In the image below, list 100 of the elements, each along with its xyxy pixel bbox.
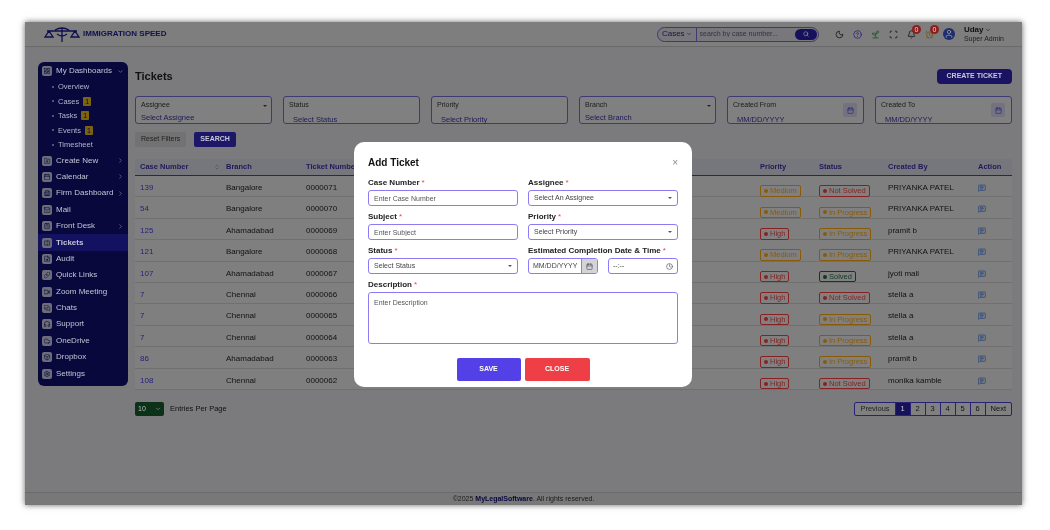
scope-dropdown[interactable]: Cases [657,27,697,41]
case-number-link[interactable]: 107 [140,267,154,280]
moon-icon[interactable] [834,29,844,39]
edit-chat-icon[interactable] [978,355,986,364]
calendar-icon [586,262,594,270]
sidebar-item[interactable]: Settings [38,365,128,382]
caret-icon [263,105,267,107]
calendar-icon[interactable] [846,106,854,114]
branch-cell: Bangalore [226,246,263,259]
case-number-link[interactable]: 7 [140,310,145,323]
edit-chat-icon[interactable] [978,184,986,192]
sidebar-item[interactable]: Front Desk [38,217,128,235]
sidebar-item[interactable]: Tickets [38,234,128,251]
branch-cell: Bangalore [226,203,263,216]
caret-icon [668,231,672,233]
menu-icon [42,270,52,281]
fullscreen-icon[interactable] [888,29,898,39]
field-label: Assignee [528,177,564,189]
alarm-clock-icon[interactable] [924,29,934,39]
created-by-cell: PRIYANKA PATEL [888,203,954,216]
sidebar-item[interactable]: Create New [38,152,128,169]
field-label: Subject [368,211,397,223]
user-name[interactable]: Uday [963,26,984,34]
menu-icon [42,221,52,232]
ticket-number-cell: 0000066 [306,288,338,301]
edit-chat-icon[interactable] [978,376,986,385]
sidebar-item[interactable]: My Dashboards [38,63,128,80]
sidebar-item[interactable]: Audit [38,250,128,268]
search-button[interactable] [794,28,817,40]
menu-icon [42,319,52,330]
case-number-link[interactable]: 86 [140,353,149,366]
branch-cell: Bangalore [226,182,263,194]
chevron-right-icon [117,222,124,230]
eagle-scales-logo-icon [43,25,81,43]
case-number-link[interactable]: 121 [140,246,154,259]
ticket-number-cell: 0000064 [306,331,338,344]
required-mark: * [394,245,398,257]
sidebar-item[interactable]: Quick Links [38,267,128,284]
edit-chat-icon[interactable] [978,205,986,214]
sidebar-item[interactable]: Chats [38,299,128,317]
case-number-link[interactable]: 108 [140,374,154,387]
calendar-icon[interactable] [994,106,1002,114]
close-button[interactable]: × [672,157,678,168]
sidebar-item[interactable]: Zoom Meeting [38,283,128,300]
created-by-cell: stella a [888,331,914,344]
required-mark: * [398,211,403,223]
edit-chat-icon[interactable] [978,312,986,321]
sidebar-item[interactable]: Support [38,316,128,333]
ticket-number-cell: 0000068 [306,246,338,259]
caret-icon [985,27,992,33]
menu-icon [42,66,52,77]
branch-cell: Ahamadabad [226,353,274,366]
branch-cell: Chennai [226,374,256,387]
search-icon [802,31,809,37]
case-number-link[interactable]: 7 [140,288,145,301]
menu-icon [42,188,52,199]
ticket-number-cell: 0000071 [306,182,338,194]
sidebar-item[interactable]: Mail [38,201,128,218]
menu-icon [42,335,52,346]
edit-chat-icon[interactable] [978,269,986,278]
case-number-link[interactable]: 139 [140,182,154,194]
logo-text: IMMIGRATION SPEED [83,28,167,40]
created-by-cell: stella a [888,310,914,323]
caret-icon [707,105,711,107]
sidebar-item[interactable]: Firm Dashboard [38,185,128,202]
required-mark: * [565,177,569,189]
branch-cell: Chennai [226,288,256,301]
created-by-cell: jyoti mali [888,267,920,280]
branch-cell: Ahamadabad [226,224,274,237]
required-mark: * [662,245,666,257]
sidebar-item[interactable]: Calendar [38,168,128,186]
edit-chat-icon[interactable] [978,248,986,257]
branch-cell: Ahamadabad [226,267,274,280]
required-mark: * [414,279,418,291]
field-label: Case Number [368,177,420,189]
sidebar-item[interactable]: Dropbox [38,349,128,366]
edit-chat-icon[interactable] [978,226,986,235]
menu-icon [42,368,52,379]
sidebar-item[interactable]: OneDrive [38,332,128,350]
ticket-number-cell: 0000062 [306,374,338,387]
sort-icon[interactable] [214,164,220,170]
case-number-link[interactable]: 125 [140,224,154,237]
case-number-link[interactable]: 54 [140,203,149,216]
help-icon[interactable] [852,29,862,39]
created-by-cell: PRIYANKA PATEL [888,246,954,259]
menu-icon [42,253,52,264]
edit-chat-icon[interactable] [978,290,986,299]
field-label: Description [368,279,412,291]
menu-icon [42,155,52,166]
branch-cell: Chennai [226,331,256,344]
plant-icon[interactable] [870,29,880,39]
clock-icon [666,262,673,270]
ticket-number-cell: 0000070 [306,203,338,216]
avatar-icon[interactable] [942,28,955,40]
caret-icon [685,31,692,37]
field-label: Priority [528,211,556,223]
edit-chat-icon[interactable] [978,333,986,342]
bell-icon[interactable] [906,29,916,39]
case-number-link[interactable]: 7 [140,331,145,344]
menu-icon [42,286,52,297]
